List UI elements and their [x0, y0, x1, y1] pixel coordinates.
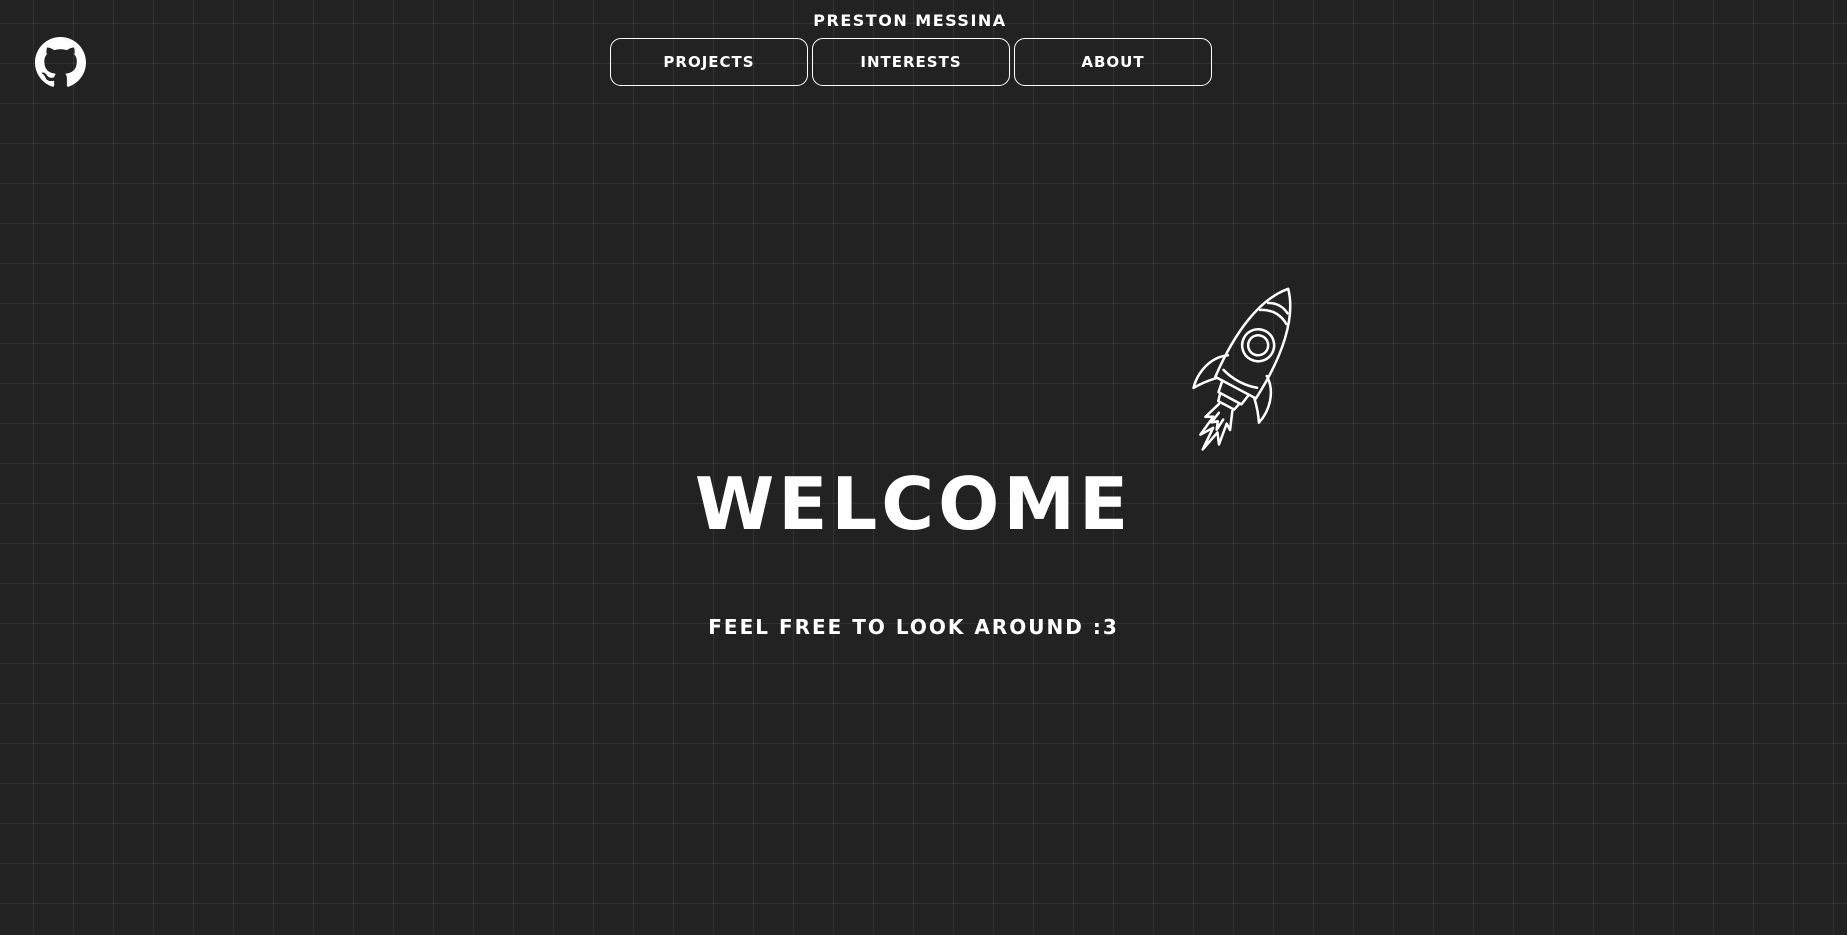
hero-subtitle: Feel free to look around :3: [708, 615, 1119, 639]
nav-about-button[interactable]: About: [1014, 38, 1212, 86]
hero-title: Welcome: [694, 462, 1133, 546]
nav-projects-button[interactable]: Projects: [610, 38, 808, 86]
github-link[interactable]: [35, 37, 86, 88]
nav-interests-button[interactable]: Interests: [812, 38, 1010, 86]
rocket-icon: [1160, 270, 1310, 500]
site-title: Preston Messina: [813, 11, 1007, 30]
github-icon: [35, 37, 86, 87]
main-nav: Projects Interests About: [610, 38, 1212, 86]
